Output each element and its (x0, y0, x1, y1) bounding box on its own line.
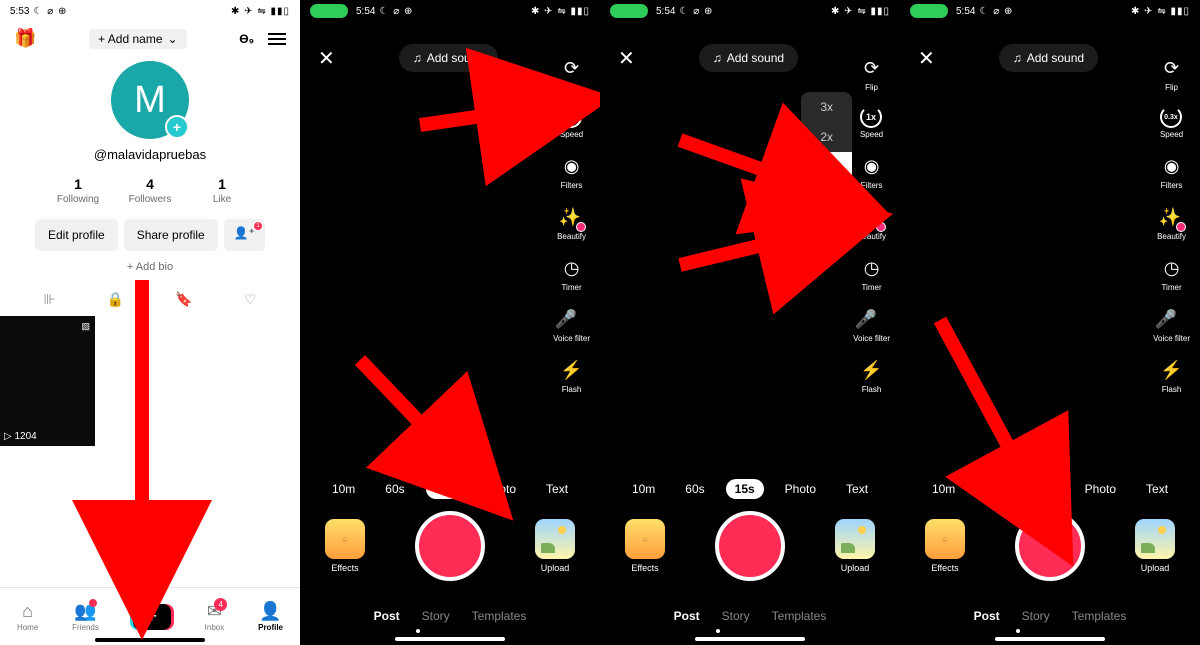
close-icon[interactable]: ✕ (318, 46, 335, 71)
tool-voice[interactable]: 🎤Voice filter (553, 306, 590, 343)
mode-selector: Post Story Templates (300, 609, 600, 623)
speed-03x[interactable]: 0.3x (801, 212, 852, 242)
tool-beautify[interactable]: ✨Beautify (857, 204, 886, 241)
add-sound-button[interactable]: ♫ Add sound (399, 44, 498, 72)
add-sound-button[interactable]: ♫ Add sound (999, 44, 1098, 72)
mode-templates[interactable]: Templates (472, 609, 527, 623)
speed-05x[interactable]: 0.5x (801, 182, 852, 212)
tool-speed[interactable]: 1xSpeed (860, 106, 883, 139)
video-thumb[interactable]: ▧ ▷ 1204 (0, 316, 95, 446)
tab-saved[interactable]: 🔖 (175, 291, 192, 308)
avatar[interactable]: M+ (111, 61, 189, 139)
nav-friends[interactable]: 👥Friends (72, 601, 99, 632)
record-button[interactable] (415, 511, 485, 581)
bottom-nav: ⌂Home 👥Friends + ✉Inbox4 👤Profile (0, 587, 300, 645)
tool-flip[interactable]: ⟳Flip (1159, 55, 1185, 92)
tool-flip[interactable]: ⟳Flip (859, 55, 885, 92)
nav-create[interactable]: + (133, 604, 171, 630)
dur-10m[interactable]: 10m (323, 479, 364, 499)
tab-private[interactable]: 🔒 (107, 291, 124, 308)
tool-voice[interactable]: 🎤Voice filter (1153, 306, 1190, 343)
screenshot-2-camera: 5:54☾ ⌀ ⊕ ✱ ✈ ⇋ ▮▮▯ ✕ ♫ Add sound ⟳Flip … (300, 0, 600, 645)
tool-flash[interactable]: ⚡Flash (859, 357, 885, 394)
tool-filters[interactable]: ◉Filters (559, 153, 585, 190)
tool-flash[interactable]: ⚡Flash (559, 357, 585, 394)
gift-icon[interactable]: 🎁 (14, 28, 36, 49)
username: @malavidapruebas (94, 147, 206, 162)
status-bar: 5:54☾ ⌀ ⊕ ✱ ✈ ⇋ ▮▮▯ (600, 0, 900, 22)
status-bar: 5:53☾ ⌀ ⊕ ✱ ✈ ⇋ ▮▮▯ (0, 0, 300, 22)
edit-profile-button[interactable]: Edit profile (35, 219, 118, 251)
status-bar: 5:54☾ ⌀ ⊕ ✱ ✈ ⇋ ▮▮▯ (900, 0, 1200, 22)
speed-2x[interactable]: 2x (801, 122, 852, 152)
tutorial-arrow (420, 95, 570, 140)
dur-photo[interactable]: Photo (476, 479, 525, 499)
mode-post[interactable]: Post (374, 609, 400, 623)
tool-timer[interactable]: ◷Timer (859, 255, 885, 292)
tool-speed[interactable]: 1xSpeed (560, 106, 583, 139)
screenshot-3-camera-speed-menu: 5:54☾ ⌀ ⊕ ✱ ✈ ⇋ ▮▮▯ ✕ ♫ Add sound ⟳Flip … (600, 0, 900, 645)
close-icon[interactable]: ✕ (918, 46, 935, 71)
screenshot-1-profile: 5:53☾ ⌀ ⊕ ✱ ✈ ⇋ ▮▮▯ 🎁 + Add name⌄ ϴ₉ M+ … (0, 0, 300, 645)
record-button[interactable] (1015, 511, 1085, 581)
effects-button[interactable]: ☺Effects (625, 519, 665, 573)
tool-voice[interactable]: 🎤Voice filter (853, 306, 890, 343)
tool-timer[interactable]: ◷Timer (559, 255, 585, 292)
status-bar: 5:54☾ ⌀ ⊕ ✱ ✈ ⇋ ▮▮▯ (300, 0, 600, 22)
tab-liked[interactable]: ♡ (244, 291, 257, 308)
tool-flash[interactable]: ⚡Flash (1159, 357, 1185, 394)
stat-likes[interactable]: 1Like (186, 176, 258, 205)
nav-profile[interactable]: 👤Profile (258, 601, 283, 632)
duration-selector: 10m 60s 15s Photo Text (900, 479, 1200, 499)
mode-story[interactable]: Story (422, 609, 450, 623)
stat-followers[interactable]: 4Followers (114, 176, 186, 205)
dur-15s[interactable]: 15s (426, 479, 464, 499)
nav-home[interactable]: ⌂Home (17, 601, 38, 632)
nav-inbox[interactable]: ✉Inbox4 (205, 601, 225, 632)
speed-picker: 3x 2x 1x 0.5x 0.3x (801, 92, 852, 242)
tutorial-arrow (940, 320, 1070, 535)
upload-button[interactable]: Upload (835, 519, 875, 573)
footprints-icon[interactable]: ϴ₉ (239, 32, 254, 46)
multi-photo-icon: ▧ (81, 321, 90, 332)
effects-button[interactable]: ☺Effects (325, 519, 365, 573)
screenshot-4-camera-record: 5:54☾ ⌀ ⊕ ✱ ✈ ⇋ ▮▮▯ ✕ ♫ Add sound ⟳Flip … (900, 0, 1200, 645)
side-tools: ⟳Flip 1xSpeed ◉Filters ✨Beautify ◷Timer … (553, 55, 590, 394)
tab-grid[interactable]: ⊪ (44, 291, 56, 308)
mode-selector: Post Story Templates (600, 609, 900, 623)
effects-button[interactable]: ☺Effects (925, 519, 965, 573)
add-sound-button[interactable]: ♫ Add sound (699, 44, 798, 72)
tutorial-arrow (360, 360, 490, 495)
tool-beautify[interactable]: ✨Beautify (557, 204, 586, 241)
share-profile-button[interactable]: Share profile (124, 219, 218, 251)
avatar-add-icon[interactable]: + (165, 115, 189, 139)
dur-text[interactable]: Text (537, 479, 577, 499)
speed-1x[interactable]: 1x (801, 152, 852, 182)
add-friends-button[interactable]: 👤⁺1 (224, 219, 265, 251)
tool-filters[interactable]: ◉Filters (859, 153, 885, 190)
close-icon[interactable]: ✕ (618, 46, 635, 71)
duration-selector: 10m 60s 15s Photo Text (600, 479, 900, 499)
tool-beautify[interactable]: ✨Beautify (1157, 204, 1186, 241)
add-bio-button[interactable]: + Add bio (0, 261, 300, 273)
side-tools: ⟳Flip 0.3xSpeed ◉Filters ✨Beautify ◷Time… (1153, 55, 1190, 394)
side-tools: ⟳Flip 1xSpeed ◉Filters ✨Beautify ◷Timer … (853, 55, 890, 394)
tool-filters[interactable]: ◉Filters (1159, 153, 1185, 190)
mode-selector: Post Story Templates (900, 609, 1200, 623)
tool-flip[interactable]: ⟳Flip (559, 55, 585, 92)
tool-speed[interactable]: 0.3xSpeed (1160, 106, 1183, 139)
record-button[interactable] (715, 511, 785, 581)
menu-icon[interactable] (268, 33, 286, 45)
upload-button[interactable]: Upload (1135, 519, 1175, 573)
add-name-button[interactable]: + Add name⌄ (89, 29, 186, 49)
stat-following[interactable]: 1Following (42, 176, 114, 205)
dur-60s[interactable]: 60s (376, 479, 413, 499)
stats-row: 1Following 4Followers 1Like (0, 176, 300, 205)
view-count: ▷ 1204 (4, 431, 37, 442)
speed-3x[interactable]: 3x (801, 92, 852, 122)
tool-timer[interactable]: ◷Timer (1159, 255, 1185, 292)
duration-selector: 10m 60s 15s Photo Text (300, 479, 600, 499)
upload-button[interactable]: Upload (535, 519, 575, 573)
tutorial-arrow (107, 280, 177, 605)
